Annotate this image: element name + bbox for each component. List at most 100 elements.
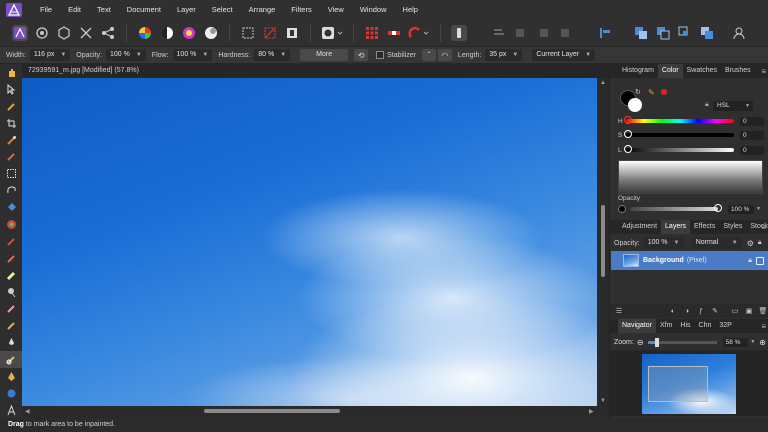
tab-brushes[interactable]: Brushes xyxy=(721,64,755,78)
delete-layer-icon[interactable]: 🗑︎ xyxy=(758,306,768,316)
width-field[interactable]: 116 px ▼ xyxy=(29,49,71,61)
freehand-select-tool-icon[interactable] xyxy=(0,182,22,199)
horizontal-scrollbar-thumb[interactable] xyxy=(204,409,340,413)
quick-mask-icon[interactable] xyxy=(321,25,343,41)
navigator-preview-area[interactable] xyxy=(610,350,768,416)
clone-brush-tool-icon[interactable] xyxy=(0,300,22,317)
boolean-add-icon[interactable] xyxy=(633,25,649,41)
layer-lock-icon[interactable]: 🔒︎ xyxy=(758,239,762,247)
saturation-value[interactable]: 0 xyxy=(740,130,764,140)
layer-visibility-checkbox[interactable] xyxy=(756,256,764,265)
document-tab[interactable]: 72939591_m.jpg [Modified] (57.8%) xyxy=(22,64,609,78)
tone-mapping-persona-button[interactable] xyxy=(78,25,94,41)
magnet-snap-icon[interactable] xyxy=(408,25,430,41)
menu-view[interactable]: View xyxy=(320,0,352,20)
blemish-removal-tool-icon[interactable] xyxy=(0,317,22,334)
lock-icon[interactable]: 🔒︎ xyxy=(705,101,709,109)
more-button[interactable]: More xyxy=(300,49,349,61)
levels-icon[interactable] xyxy=(159,25,175,41)
align-icon[interactable] xyxy=(491,25,507,41)
menu-help[interactable]: Help xyxy=(395,0,426,20)
tab-transform[interactable]: Xfm xyxy=(656,319,676,333)
invert-selection-icon[interactable] xyxy=(284,25,300,41)
hue-value[interactable]: 0 xyxy=(740,116,764,126)
color-replacement-tool-icon[interactable] xyxy=(0,250,22,267)
zoom-slider[interactable] xyxy=(647,337,717,347)
pressure-icon[interactable]: ⟲ xyxy=(354,49,369,61)
arrange-icon[interactable] xyxy=(513,25,529,41)
zoom-in-icon[interactable]: ⊕ xyxy=(759,338,766,347)
swap-colors-icon[interactable]: ↻ xyxy=(635,88,641,96)
vertical-scrollbar-thumb[interactable] xyxy=(601,205,605,277)
marquee-tool-icon[interactable] xyxy=(0,165,22,182)
ellipse-tool-icon[interactable] xyxy=(0,385,22,402)
panel-menu-icon[interactable]: ≡ xyxy=(761,223,766,232)
layer-row-background[interactable]: Background (Pixel) 🔒︎ xyxy=(611,251,768,270)
color-preview-box[interactable] xyxy=(618,160,763,194)
dodge-tool-icon[interactable] xyxy=(0,284,22,301)
lightness-value[interactable]: 0 xyxy=(740,145,764,155)
menu-edit[interactable]: Edit xyxy=(60,0,89,20)
scroll-down-arrow-icon[interactable]: ▼ xyxy=(600,398,606,404)
deselect-icon[interactable] xyxy=(262,25,278,41)
scroll-left-arrow-icon[interactable]: ◀ xyxy=(25,408,30,415)
layers-stack-icon[interactable]: ☰ xyxy=(614,306,624,316)
flow-field[interactable]: 100 % ▼ xyxy=(172,49,213,61)
tab-swatches[interactable]: Swatches xyxy=(683,64,721,78)
crop-tool-icon[interactable] xyxy=(0,115,22,132)
accent-color-dot[interactable] xyxy=(661,89,667,95)
panel-menu-icon[interactable]: ≡ xyxy=(761,67,766,76)
assistant-icon[interactable] xyxy=(451,25,467,41)
menu-document[interactable]: Document xyxy=(119,0,169,20)
color-picker-tool-icon[interactable] xyxy=(0,98,22,115)
stabilizer-checkbox[interactable] xyxy=(376,51,385,59)
move-tool-icon[interactable] xyxy=(0,81,22,98)
add-live-filter-icon[interactable]: ✎ xyxy=(710,306,720,316)
marquee-select-icon[interactable] xyxy=(240,25,256,41)
tab-adjustment[interactable]: Adjustment xyxy=(618,220,661,234)
scroll-up-arrow-icon[interactable]: ▲ xyxy=(600,80,606,86)
tab-styles[interactable]: Styles xyxy=(719,220,746,234)
align-left-icon[interactable] xyxy=(597,25,613,41)
add-adjustment-icon[interactable]: ◑ xyxy=(682,306,692,316)
hue-slider[interactable] xyxy=(624,116,734,124)
flip-icon[interactable] xyxy=(535,25,551,41)
hsl-adjust-icon[interactable] xyxy=(181,25,197,41)
grid-icon[interactable] xyxy=(364,25,380,41)
opacity-slider[interactable] xyxy=(630,204,722,212)
tab-effects[interactable]: Effects xyxy=(690,220,719,234)
snapping-icon[interactable] xyxy=(386,25,402,41)
tab-history[interactable]: His xyxy=(676,319,694,333)
boolean-intersect-icon[interactable] xyxy=(677,25,693,41)
blend-mode-select[interactable]: Normal ▼ xyxy=(691,237,742,249)
menu-select[interactable]: Select xyxy=(204,0,241,20)
hardness-field[interactable]: 80 % ▼ xyxy=(254,49,291,61)
user-account-icon[interactable] xyxy=(731,25,747,41)
view-tool-icon[interactable] xyxy=(0,64,22,81)
tab-32p[interactable]: 32P xyxy=(715,319,735,333)
saturation-slider[interactable] xyxy=(624,130,734,138)
background-color-swatch[interactable] xyxy=(628,98,642,112)
export-persona-button[interactable] xyxy=(100,25,116,41)
tab-channels[interactable]: Chn xyxy=(695,319,716,333)
zoom-value[interactable]: 58 % xyxy=(722,337,749,347)
flood-fill-tool-icon[interactable] xyxy=(0,199,22,216)
paint-brush-tool-icon[interactable] xyxy=(0,233,22,250)
tab-layers[interactable]: Layers xyxy=(661,220,691,234)
erase-brush-tool-icon[interactable] xyxy=(0,267,22,284)
zoom-out-icon[interactable]: ⊖ xyxy=(637,338,644,347)
tab-histogram[interactable]: Histogram xyxy=(618,64,658,78)
gradient-tool-icon[interactable] xyxy=(0,216,22,233)
eyedropper-icon[interactable]: ✎ xyxy=(648,88,655,97)
photo-persona-button[interactable] xyxy=(12,25,28,41)
menu-filters[interactable]: Filters xyxy=(283,0,319,20)
color-model-select[interactable]: HSL ▼ xyxy=(713,101,753,111)
window-mode-icon[interactable]: ◠ xyxy=(437,49,452,61)
menu-arrange[interactable]: Arrange xyxy=(241,0,284,20)
color-wheel-icon[interactable] xyxy=(137,25,153,41)
rope-mode-icon[interactable]: ˇ xyxy=(421,49,436,61)
opacity-value[interactable]: 100 % xyxy=(728,204,754,214)
develop-persona-button[interactable] xyxy=(56,25,72,41)
white-balance-icon[interactable] xyxy=(203,25,219,41)
menu-file[interactable]: File xyxy=(32,0,60,20)
